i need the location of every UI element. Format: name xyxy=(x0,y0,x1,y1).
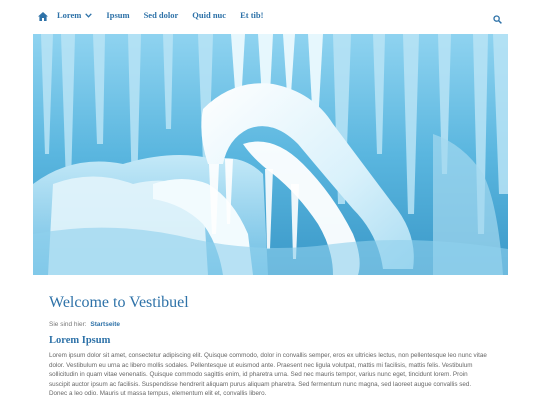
menu-item-sed-dolor[interactable]: Sed dolor xyxy=(144,10,179,20)
search-icon[interactable] xyxy=(493,11,504,24)
menu-item-et-tib[interactable]: Et tib! xyxy=(240,10,263,20)
chevron-down-icon xyxy=(85,12,93,18)
top-navigation: Lorem Ipsum Sed dolor Quid nuc Et tib! xyxy=(0,0,540,34)
menu-item-label: Quid nuc xyxy=(192,10,227,20)
section-title: Lorem Ipsum xyxy=(49,335,111,346)
menu-item-lorem[interactable]: Lorem xyxy=(57,10,93,20)
body-paragraph: Lorem ipsum dolor sit amet, consectetur … xyxy=(49,352,487,398)
menu-item-label: Lorem xyxy=(57,10,82,20)
home-icon[interactable] xyxy=(36,9,50,23)
menu-item-ipsum[interactable]: Ipsum xyxy=(106,10,129,20)
breadcrumb-link-home[interactable]: Startseite xyxy=(90,321,120,328)
breadcrumb: Sie sind hier: Startseite xyxy=(49,321,489,328)
page-title: Welcome to Vestibuel xyxy=(49,294,189,311)
menu-item-label: Et tib! xyxy=(240,10,264,20)
menu-item-label: Sed dolor xyxy=(143,10,179,20)
main-content: Welcome to Vestibuel Sie sind hier: Star… xyxy=(49,293,489,399)
menu-item-quid-nuc[interactable]: Quid nuc xyxy=(192,10,226,20)
main-menu: Lorem Ipsum Sed dolor Quid nuc Et tib! xyxy=(57,10,277,20)
menu-item-label: Ipsum xyxy=(106,10,130,20)
hero-image xyxy=(33,34,508,275)
breadcrumb-prefix: Sie sind hier: xyxy=(49,321,87,328)
